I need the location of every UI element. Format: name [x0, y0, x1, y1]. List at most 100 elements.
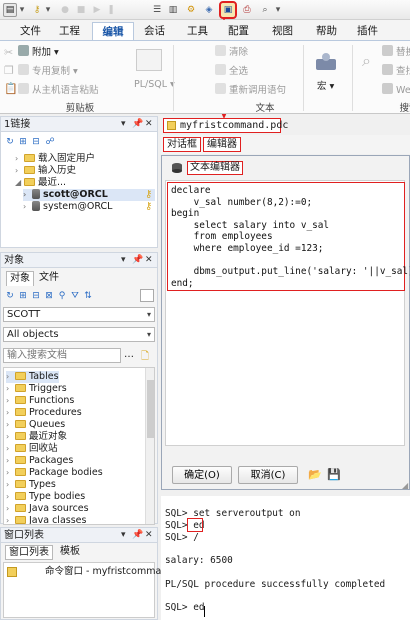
- pane-menu-icon[interactable]: ▾: [121, 117, 126, 132]
- command-window-icon[interactable]: ▣: [219, 1, 237, 19]
- object-tree-item[interactable]: › Type bodies: [6, 491, 85, 503]
- tab-window-list[interactable]: 窗口列表: [5, 545, 53, 560]
- object-tree-item[interactable]: › Tables: [6, 371, 59, 383]
- find-icon[interactable]: ⌕: [258, 3, 272, 17]
- remove-connection-icon[interactable]: ⊟: [31, 136, 41, 148]
- object-tree-item[interactable]: › Java sources: [6, 503, 89, 515]
- object-tree-item[interactable]: › Package bodies: [6, 467, 103, 479]
- document-tab[interactable]: myfristcommand.pdc: [163, 118, 288, 133]
- pin-icon[interactable]: 📌: [132, 253, 143, 268]
- menu-tab-session[interactable]: 会话: [140, 22, 169, 40]
- menu-tab-help[interactable]: 帮助: [312, 22, 341, 40]
- pane-menu-icon[interactable]: ▾: [121, 253, 126, 268]
- step-icon[interactable]: ▶: [90, 3, 104, 17]
- object-tree-item[interactable]: › Triggers: [6, 383, 67, 395]
- chart-icon[interactable]: ▥: [166, 3, 180, 17]
- select-all-button[interactable]: 全选: [215, 64, 248, 80]
- scrollbar-thumb[interactable]: [147, 380, 154, 438]
- close-icon[interactable]: ✕: [145, 117, 153, 132]
- record-icon[interactable]: ●: [58, 3, 72, 17]
- paste-icon[interactable]: 📋: [4, 82, 18, 95]
- owner-select[interactable]: SCOTT ▾: [3, 307, 155, 322]
- add-icon[interactable]: ⊞: [18, 290, 28, 302]
- execute-icon[interactable]: ⚙: [184, 3, 198, 17]
- object-tree-item[interactable]: › 回收站: [6, 443, 58, 455]
- key-icon[interactable]: ⚷: [30, 3, 44, 17]
- print-icon[interactable]: ⎙: [240, 3, 254, 17]
- paste-from-host-button[interactable]: 从主机语言粘贴: [18, 83, 99, 99]
- menu-tab-edit[interactable]: 编辑: [92, 22, 134, 40]
- command-output[interactable]: SQL> set serveroutput on SQL> ed SQL> / sal…: [161, 496, 410, 620]
- find-button[interactable]: 查找: [382, 64, 410, 80]
- more-options-button[interactable]: …: [124, 349, 134, 360]
- web-search-button[interactable]: Web: [382, 83, 410, 99]
- refresh-icon[interactable]: ↻: [5, 136, 15, 148]
- save-icon[interactable]: 💾: [327, 468, 341, 481]
- object-search-input[interactable]: [3, 348, 121, 363]
- object-tree-item[interactable]: › Packages: [6, 455, 73, 467]
- find-object-icon[interactable]: ⚲: [57, 290, 67, 302]
- tab-objects[interactable]: 对象: [6, 271, 34, 286]
- object-tree-item[interactable]: › Types: [6, 479, 56, 491]
- replace-button[interactable]: 替换: [382, 45, 410, 61]
- macro-button[interactable]: 宏 ▾: [317, 79, 334, 95]
- tree-item-system-orcl[interactable]: › system@ORCL: [23, 201, 112, 213]
- tree-item-fixed-users[interactable]: › 载入固定用户: [15, 153, 95, 165]
- explain-icon[interactable]: ◈: [202, 3, 216, 17]
- clear-button[interactable]: 清除: [215, 45, 248, 61]
- window-list-item[interactable]: 命令窗口 - myfristcomma: [7, 566, 161, 578]
- object-tree-item[interactable]: › 最近对象: [6, 431, 67, 443]
- resize-grip-icon[interactable]: ◢: [402, 481, 408, 490]
- tab-dialog[interactable]: 对话框: [163, 137, 201, 152]
- macro-icon[interactable]: [314, 51, 338, 73]
- settings-icon[interactable]: ☰: [150, 3, 164, 17]
- menu-tab-project[interactable]: 工程: [55, 22, 84, 40]
- remove-icon[interactable]: ⊟: [31, 290, 41, 302]
- menu-tab-file[interactable]: 文件: [16, 22, 45, 40]
- menu-tab-plugins[interactable]: 插件: [353, 22, 382, 40]
- object-filter-select[interactable]: All objects ▾: [3, 327, 155, 342]
- connect-icon[interactable]: ☍: [45, 136, 55, 148]
- dropdown-icon[interactable]: ▾: [18, 3, 26, 17]
- stop-icon[interactable]: ■: [74, 3, 88, 17]
- menu-tab-tools[interactable]: 工具: [183, 22, 212, 40]
- properties-icon[interactable]: ⊠: [44, 290, 54, 302]
- pause-icon[interactable]: ❚: [104, 3, 118, 17]
- filter-icon[interactable]: ⛛: [70, 290, 80, 302]
- object-tree-item[interactable]: › Queues: [6, 419, 65, 431]
- close-icon[interactable]: ✕: [145, 528, 153, 543]
- pane-menu-icon[interactable]: ▾: [121, 528, 126, 543]
- menu-tab-configure[interactable]: 配置: [224, 22, 253, 40]
- dropdown-icon[interactable]: ▾: [274, 3, 282, 17]
- pin-icon[interactable]: 📌: [132, 528, 143, 543]
- menu-tab-view[interactable]: 视图: [268, 22, 297, 40]
- refresh-icon[interactable]: ↻: [5, 290, 15, 302]
- close-icon[interactable]: ✕: [145, 253, 153, 268]
- recall-statement-button[interactable]: 重新调用语句: [215, 83, 286, 99]
- tree-item-input-history[interactable]: › 输入历史: [15, 165, 76, 177]
- copy-icon[interactable]: ❐: [4, 64, 14, 77]
- cut-icon[interactable]: ✂: [4, 46, 13, 59]
- tab-templates[interactable]: 模板: [57, 545, 83, 560]
- object-tree-scrollbar[interactable]: [145, 368, 154, 524]
- open-file-icon[interactable]: 📂: [308, 468, 322, 481]
- tab-files[interactable]: 文件: [36, 271, 62, 286]
- plsql-button[interactable]: PL/SQL ▾: [134, 77, 175, 93]
- ok-button[interactable]: 确定(O): [172, 466, 232, 484]
- object-tree-item[interactable]: › Functions: [6, 395, 74, 407]
- new-icon[interactable]: ▤: [3, 3, 17, 17]
- tab-editor[interactable]: 编辑器: [203, 137, 241, 152]
- object-tree-item[interactable]: › Procedures: [6, 407, 82, 419]
- pin-icon[interactable]: 📌: [132, 117, 143, 132]
- new-document-icon[interactable]: 🗋: [141, 349, 149, 366]
- special-copy-button[interactable]: 专用复制 ▾: [18, 64, 78, 80]
- tree-item-scott-orcl[interactable]: › scott@ORCL: [23, 189, 155, 201]
- dropdown-icon[interactable]: ▾: [44, 3, 52, 17]
- attach-button[interactable]: 附加 ▾: [18, 45, 59, 61]
- layout-toggle-icon[interactable]: [140, 289, 154, 302]
- object-tree-item[interactable]: › Java classes: [6, 515, 86, 524]
- code-editor[interactable]: declare v_sal number(8,2):=0; begin selec…: [165, 180, 410, 446]
- add-connection-icon[interactable]: ⊞: [18, 136, 28, 148]
- cancel-button[interactable]: 取消(C): [238, 466, 298, 484]
- tree-item-recent[interactable]: ◢ 最近...: [15, 177, 66, 189]
